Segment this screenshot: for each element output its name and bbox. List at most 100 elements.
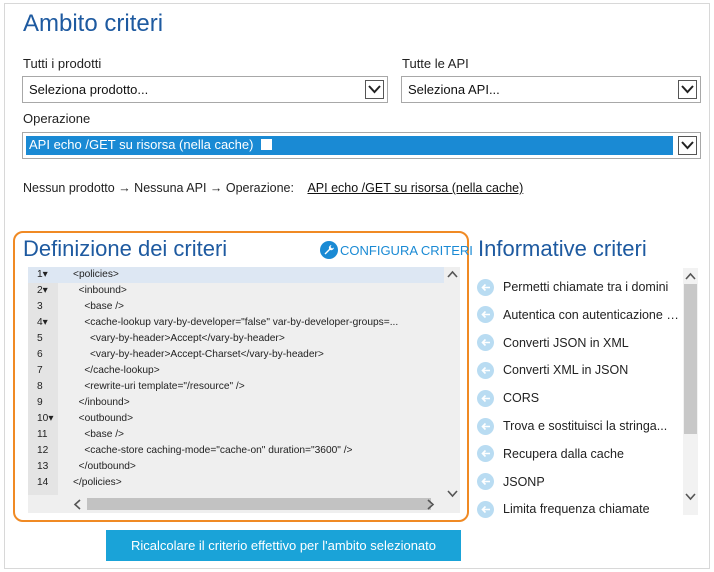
code-line[interactable]: 7 </cache-lookup> bbox=[28, 363, 444, 379]
arrow-left-icon bbox=[477, 361, 494, 379]
code-line[interactable]: 12 <cache-store caching-mode="cache-on" … bbox=[28, 443, 444, 459]
apis-select[interactable]: Seleziona API... bbox=[401, 76, 701, 103]
scope-operation-link[interactable]: API echo /GET su risorsa (nella cache) bbox=[307, 181, 523, 195]
code-line[interactable]: 8 <rewrite-uri template="/resource" /> bbox=[28, 379, 444, 395]
snippet-item[interactable]: Trova e sostituisci la stringa... bbox=[474, 415, 682, 437]
snippet-label: Limita frequenza chiamate bbox=[503, 502, 650, 517]
line-number: 3 bbox=[37, 301, 43, 312]
apis-label: Tutte le API bbox=[402, 56, 469, 71]
line-number: 2▾ bbox=[37, 285, 48, 296]
code-line[interactable]: 1▾ <policies> bbox=[28, 267, 444, 283]
snippet-item[interactable]: Autentica con autenticazione d... bbox=[474, 304, 682, 326]
wrench-icon bbox=[320, 241, 338, 259]
line-number: 8 bbox=[37, 381, 43, 392]
policy-definition-title: Definizione dei criteri bbox=[23, 236, 228, 261]
snippets-scroll-thumb[interactable] bbox=[684, 284, 697, 434]
code-text: <rewrite-uri template="/resource" /> bbox=[73, 381, 245, 392]
code-text: <policies> bbox=[73, 269, 119, 280]
policy-snippets-title: Informative criteri bbox=[478, 236, 647, 261]
products-select-value: Seleziona prodotto... bbox=[29, 82, 149, 97]
arrow-left-icon bbox=[477, 473, 494, 491]
code-text: <inbound> bbox=[73, 285, 127, 296]
recalculate-policy-button[interactable]: Ricalcolare il criterio effettivo per l'… bbox=[106, 530, 461, 561]
code-line[interactable]: 14 </policies> bbox=[28, 475, 444, 491]
code-line[interactable]: 10▾ <outbound> bbox=[28, 411, 444, 427]
chevron-down-icon[interactable] bbox=[447, 489, 458, 501]
snippet-item[interactable]: CORS bbox=[474, 387, 682, 409]
snippet-label: Converti JSON in XML bbox=[503, 335, 629, 350]
line-number: 1▾ bbox=[37, 269, 48, 280]
snippet-label: Permetti chiamate tra i domini bbox=[503, 280, 669, 294]
code-line[interactable]: 2▾ <inbound> bbox=[28, 283, 444, 299]
products-label: Tutti i prodotti bbox=[23, 56, 102, 71]
chevron-down-icon[interactable] bbox=[685, 492, 696, 504]
snippet-item[interactable]: Recupera dalla cache bbox=[474, 443, 682, 465]
snippet-item[interactable]: Converti JSON in XML bbox=[474, 332, 682, 354]
code-text: <base /> bbox=[73, 429, 124, 440]
code-line[interactable]: 11 <base /> bbox=[28, 427, 444, 443]
policy-code-editor[interactable]: 1▾ <policies> 2▾ <inbound> 3 <base /> 4▾ <ca… bbox=[28, 267, 460, 513]
line-number: 10▾ bbox=[37, 413, 54, 424]
code-text: </outbound> bbox=[73, 461, 136, 472]
chevron-down-icon[interactable] bbox=[678, 80, 697, 99]
snippet-item[interactable]: Permetti chiamate tra i domini bbox=[474, 276, 682, 298]
line-number: 5 bbox=[37, 333, 43, 344]
arrow-left-icon bbox=[477, 334, 494, 352]
operation-select-value: API echo /GET su risorsa (nella cache) bbox=[29, 137, 273, 152]
line-number: 13 bbox=[37, 461, 49, 472]
code-line[interactable]: 13 </outbound> bbox=[28, 459, 444, 475]
line-number: 7 bbox=[37, 365, 43, 376]
code-line[interactable]: 9 </inbound> bbox=[28, 395, 444, 411]
chevron-left-icon[interactable] bbox=[73, 499, 81, 513]
page-title: Ambito criteri bbox=[23, 10, 164, 37]
arrow-left-icon bbox=[477, 500, 494, 518]
chevron-right-icon[interactable] bbox=[427, 499, 435, 513]
editor-horizontal-scrollbar[interactable] bbox=[28, 495, 444, 513]
arrow-left-icon bbox=[477, 306, 494, 324]
snippet-label: Converti XML in JSON bbox=[503, 363, 629, 378]
code-text: </policies> bbox=[73, 477, 122, 488]
code-text: </cache-lookup> bbox=[73, 365, 160, 376]
line-number: 11 bbox=[37, 429, 48, 440]
code-line[interactable]: 6 <vary-by-header>Accept-Charset</vary-b… bbox=[28, 347, 444, 363]
snippet-item[interactable]: Limita frequenza chiamate bbox=[474, 498, 682, 520]
snippet-label: Recupera dalla cache bbox=[503, 446, 624, 461]
snippet-item[interactable]: Converti XML in JSON bbox=[474, 359, 682, 381]
arrow-left-icon bbox=[477, 278, 494, 296]
chevron-up-icon[interactable] bbox=[447, 269, 458, 281]
apis-select-value: Seleziona API... bbox=[408, 82, 500, 97]
line-number: 12 bbox=[37, 445, 49, 456]
configure-policy-label: CONFIGURA CRITERI bbox=[340, 242, 473, 258]
arrow-left-icon bbox=[477, 389, 494, 407]
scope-breadcrumb: Nessun prodotto → Nessuna API → Operazio… bbox=[23, 181, 523, 195]
snippet-label: Trova e sostituisci la stringa... bbox=[503, 419, 668, 433]
products-select[interactable]: Seleziona prodotto... bbox=[22, 76, 388, 103]
configure-policy-button[interactable]: CONFIGURA CRITERI bbox=[320, 241, 473, 259]
chevron-down-icon[interactable] bbox=[678, 136, 697, 155]
line-number: 9 bbox=[37, 397, 43, 408]
policy-snippets-list: Permetti chiamate tra i domini Autentica … bbox=[474, 268, 700, 518]
code-line[interactable]: 5 <vary-by-header>Accept</vary-by-header… bbox=[28, 331, 444, 347]
operation-select-text: API echo /GET su risorsa (nella cache) bbox=[29, 137, 254, 152]
arrow-left-icon bbox=[477, 417, 494, 435]
scope-breadcrumb-prefix: Nessun prodotto → Nessuna API → Operazio… bbox=[23, 181, 294, 195]
editor-horizontal-scroll-thumb[interactable] bbox=[87, 498, 431, 510]
snippets-scrollbar[interactable] bbox=[683, 268, 698, 515]
code-text: <cache-lookup vary-by-developer="false" … bbox=[73, 317, 399, 328]
text-cursor-icon bbox=[261, 139, 273, 150]
line-number: 4▾ bbox=[37, 317, 48, 328]
snippet-label: Autentica con autenticazione d... bbox=[503, 307, 682, 322]
code-text: <base /> bbox=[73, 301, 124, 312]
code-line[interactable]: 3 <base /> bbox=[28, 299, 444, 315]
code-line[interactable]: 4▾ <cache-lookup vary-by-developer="fals… bbox=[28, 315, 444, 331]
snippet-item[interactable]: JSONP bbox=[474, 471, 682, 493]
arrow-left-icon bbox=[477, 445, 494, 463]
code-text: <vary-by-header>Accept-Charset</vary-by-… bbox=[73, 349, 324, 360]
editor-vertical-scrollbar[interactable] bbox=[444, 267, 460, 513]
code-text: <vary-by-header>Accept</vary-by-header> bbox=[73, 333, 285, 344]
operation-select[interactable]: API echo /GET su risorsa (nella cache) bbox=[22, 132, 701, 159]
chevron-up-icon[interactable] bbox=[685, 271, 696, 283]
code-text: </inbound> bbox=[73, 397, 130, 408]
chevron-down-icon[interactable] bbox=[365, 80, 384, 99]
line-number: 6 bbox=[37, 349, 43, 360]
